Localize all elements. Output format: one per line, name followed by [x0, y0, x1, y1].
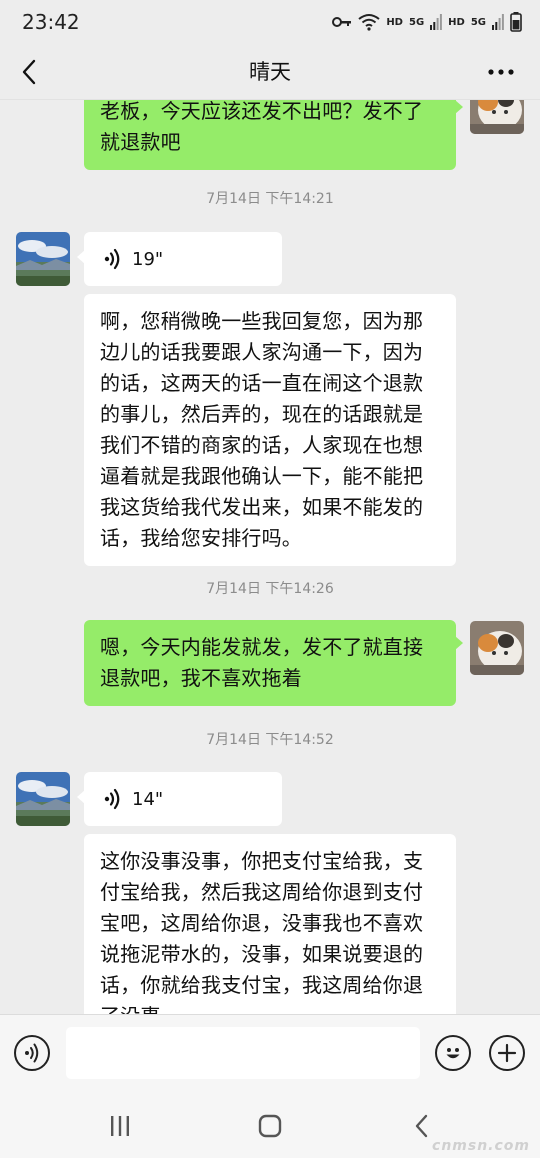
message-bubble-sent[interactable]: 嗯，今天内能发就发，发不了就直接退款吧，我不喜欢拖着 [84, 620, 463, 706]
message-text: 嗯，今天内能发就发，发不了就直接退款吧，我不喜欢拖着 [100, 635, 424, 690]
message-text: 啊，您稍微晚一些我回复您，因为那边儿的话我要跟人家沟通一下，因为的话，这两天的话… [100, 309, 424, 550]
emoji-icon [446, 1048, 460, 1059]
avatar-contact[interactable] [16, 232, 70, 286]
signal-icon [492, 14, 504, 30]
home-button[interactable] [250, 1110, 290, 1142]
signal-icon [430, 14, 443, 30]
add-button[interactable] [489, 1035, 525, 1071]
cat-avatar-image [470, 100, 524, 134]
message-text: 这你没事没事，你把支付宝给我，支付宝给我，然后我这周给你退到支付宝吧，这周给你退… [100, 849, 424, 1014]
chevron-left-icon [22, 59, 36, 85]
voice-message[interactable]: 14" [77, 772, 282, 826]
message-bubble-sent[interactable]: 老板，今天应该还发不出吧？发不了就退款吧 [84, 100, 463, 170]
emoji-button[interactable] [435, 1035, 471, 1071]
message-bubble-received[interactable]: 这你没事没事，你把支付宝给我，支付宝给我，然后我这周给你退到支付宝吧，这周给你退… [84, 834, 456, 1014]
plus-icon [497, 1043, 517, 1063]
chat-title: 晴天 [249, 60, 291, 84]
landscape-avatar-image [16, 232, 70, 286]
message-input[interactable] [66, 1027, 420, 1079]
home-icon [258, 1114, 282, 1138]
status-bar: 23:42 HD 5G HD 5G [0, 0, 540, 44]
voice-input-button[interactable] [14, 1035, 50, 1071]
hd-indicator: HD [386, 16, 403, 28]
more-dots-icon [488, 69, 514, 75]
message-timestamp: 7月14日 下午14:21 [206, 191, 334, 207]
hd-indicator: HD [448, 16, 465, 28]
cat-avatar-image [470, 621, 524, 675]
avatar-me[interactable] [470, 100, 524, 134]
chat-header: 晴天 [0, 44, 540, 100]
status-icons: HD 5G HD 5G [332, 12, 522, 32]
recent-apps-icon [111, 1116, 129, 1136]
battery-icon [510, 12, 522, 32]
voice-wave-icon [104, 788, 120, 810]
5g-indicator: 5G [470, 16, 486, 28]
voice-wave-icon [104, 248, 120, 270]
message-bubble-received[interactable]: 啊，您稍微晚一些我回复您，因为那边儿的话我要跟人家沟通一下，因为的话，这两天的话… [84, 294, 456, 566]
back-button[interactable] [14, 56, 44, 88]
system-nav-bar: cnmsn.com [0, 1094, 540, 1158]
avatar-contact[interactable] [16, 772, 70, 826]
wifi-icon [358, 14, 380, 31]
key-icon [332, 17, 352, 27]
message-text: 老板，今天应该还发不出吧？发不了就退款吧 [100, 100, 424, 154]
voice-duration: 19" [132, 248, 164, 270]
status-time: 23:42 [22, 10, 80, 34]
message-timestamp: 7月14日 下午14:52 [206, 732, 334, 748]
watermark: cnmsn.com [432, 1138, 530, 1154]
chat-messages[interactable]: 老板，今天应该还发不出吧？发不了就退款吧 7月14日 下午14:21 19" 啊… [0, 100, 540, 1014]
voice-message[interactable]: 19" [77, 232, 282, 286]
voice-input-icon [25, 1043, 39, 1063]
more-button[interactable] [484, 56, 518, 88]
input-bar [0, 1014, 540, 1094]
5g-indicator: 5G [408, 16, 425, 28]
recent-apps-button[interactable] [100, 1110, 140, 1142]
back-icon [415, 1114, 428, 1138]
message-timestamp: 7月14日 下午14:26 [206, 581, 334, 597]
landscape-avatar-image [16, 772, 70, 826]
avatar-me[interactable] [470, 621, 524, 675]
voice-duration: 14" [132, 788, 164, 810]
